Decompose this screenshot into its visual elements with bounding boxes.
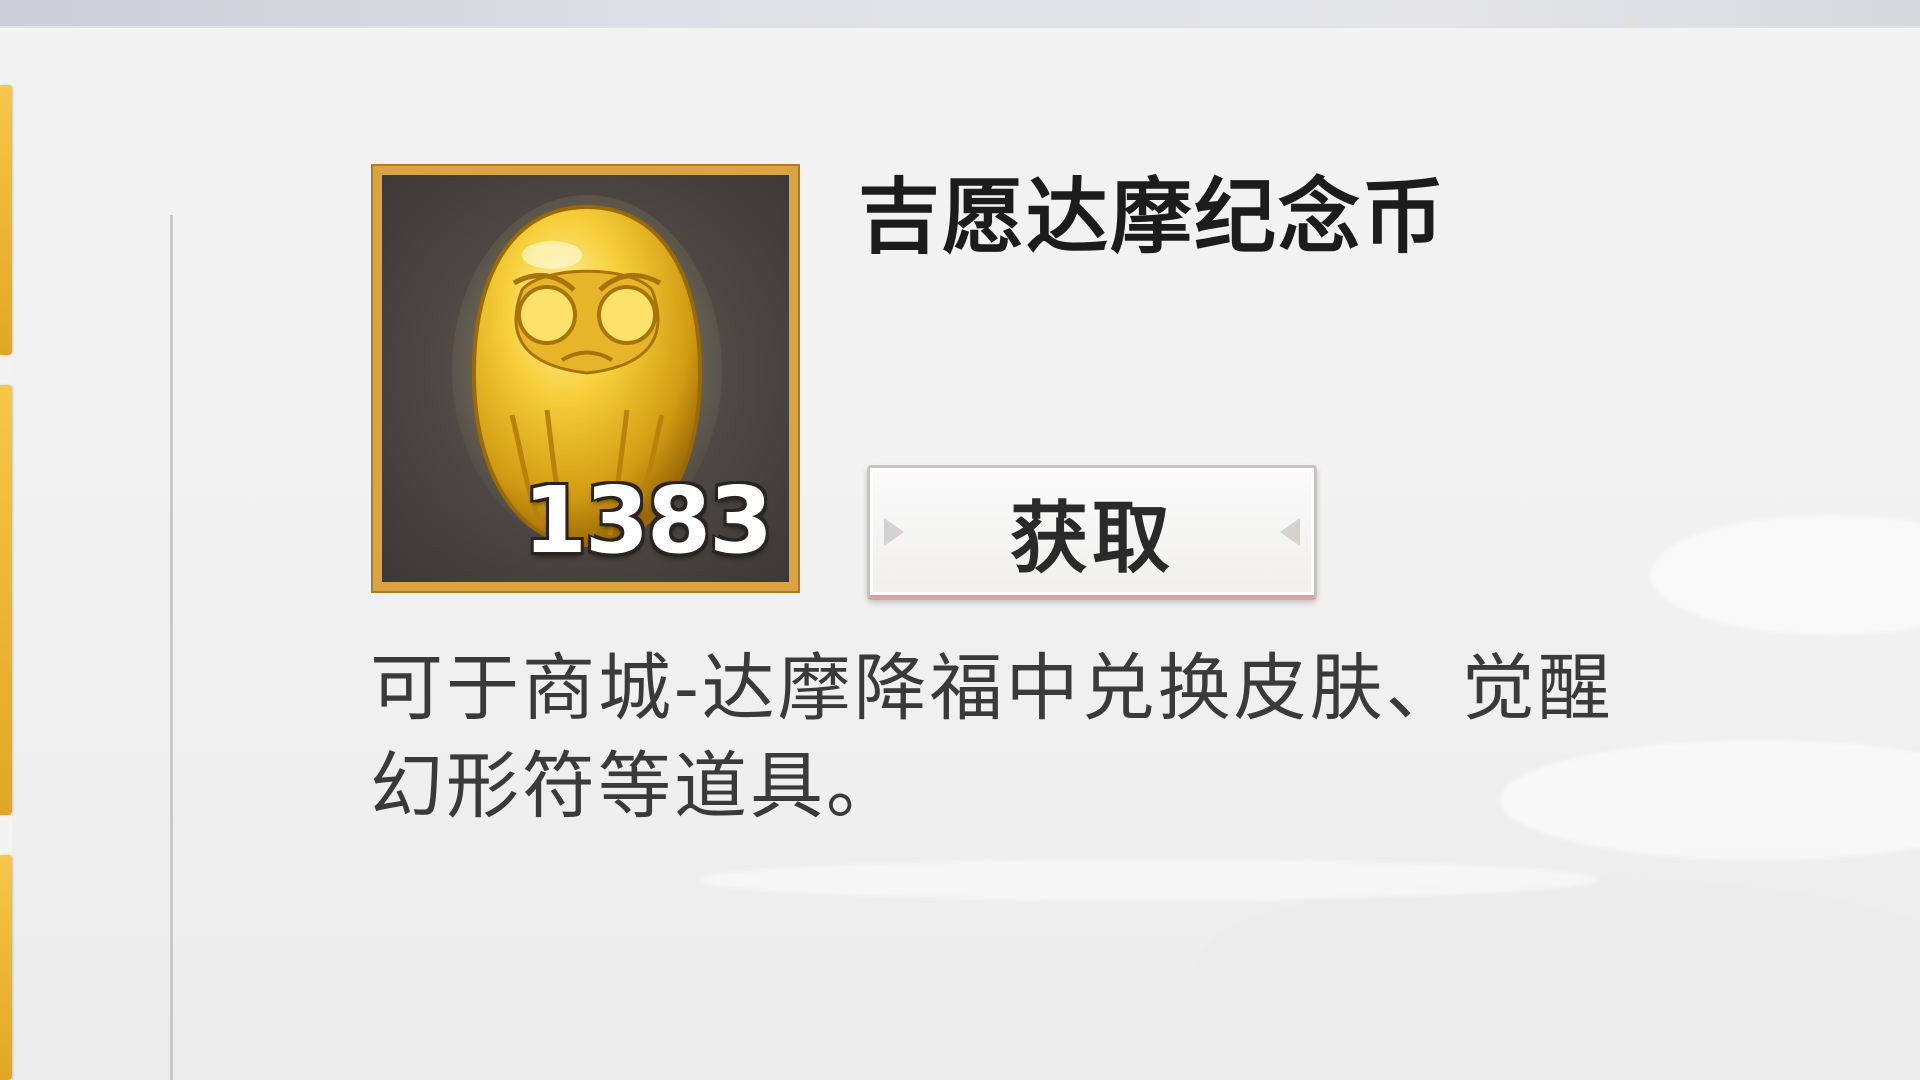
cloud-decoration (700, 860, 1600, 900)
item-detail-screen: 1383 吉愿达摩纪念币 获取 可于商城-达摩降福中兑换皮肤、觉醒幻形符等道具。 (0, 0, 1920, 1080)
item-description: 可于商城-达摩降福中兑换皮肤、觉醒幻形符等道具。 (370, 646, 1614, 829)
cloud-decoration (1650, 515, 1920, 635)
item-count: 1383 (522, 467, 773, 574)
cloud-decoration (1200, 880, 1920, 1050)
top-bar (0, 0, 1920, 28)
side-tab[interactable] (0, 85, 12, 355)
item-icon-frame: 1383 (371, 164, 800, 593)
button-right-ornament (1280, 517, 1300, 546)
obtain-button[interactable]: 获取 (867, 465, 1317, 600)
button-left-ornament (884, 517, 904, 546)
panel-divider (170, 215, 173, 1080)
side-tab[interactable] (0, 855, 12, 1080)
obtain-button-label: 获取 (1009, 493, 1174, 584)
side-tab[interactable] (0, 385, 12, 815)
item-name: 吉愿达摩纪念币 (858, 170, 1447, 265)
